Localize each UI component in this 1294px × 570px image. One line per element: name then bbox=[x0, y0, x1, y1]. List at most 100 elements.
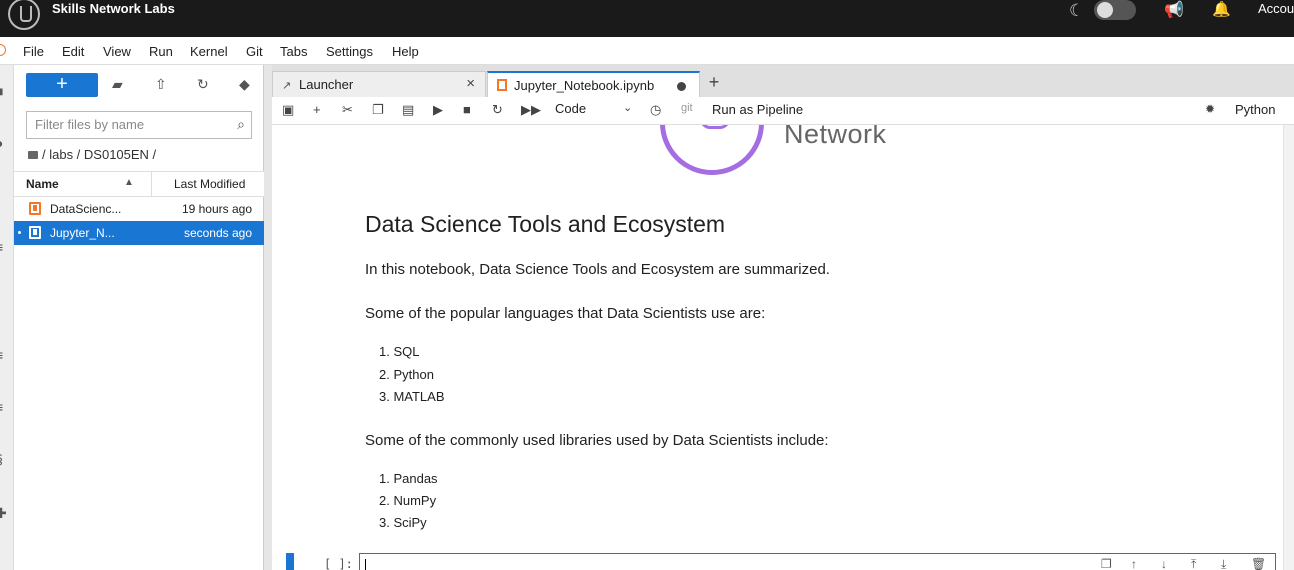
duplicate-cell-icon[interactable]: ❐ bbox=[1101, 557, 1112, 570]
breadcrumb[interactable]: / labs / DS0105EN / bbox=[28, 147, 156, 162]
file-browser: + ▰ ⇧ ↻ ◆ ⌕ / labs / DS0105EN / Name ▲ L… bbox=[14, 65, 264, 570]
upload-icon[interactable]: ⇧ bbox=[155, 76, 167, 93]
sort-ascending-icon[interactable]: ▲ bbox=[124, 177, 134, 188]
fast-forward-icon[interactable]: ▶▶ bbox=[521, 102, 541, 118]
copy-icon[interactable]: ❐ bbox=[372, 102, 384, 118]
cut-icon[interactable]: ✂ bbox=[342, 102, 353, 118]
delete-cell-icon[interactable]: 🗑 bbox=[1251, 557, 1266, 570]
menu-git[interactable]: Git bbox=[246, 44, 263, 59]
close-icon[interactable]: × bbox=[466, 75, 475, 92]
save-icon[interactable]: ▣ bbox=[282, 102, 294, 118]
breadcrumb-path[interactable]: / labs / DS0105EN / bbox=[42, 147, 156, 162]
chevron-down-icon: ⌄ bbox=[623, 102, 633, 114]
folder-icon[interactable] bbox=[28, 151, 38, 159]
activity-bar: ■ ● › ≡ › ≡ ≡ § ✚ bbox=[0, 65, 14, 570]
language-item: 1. SQL bbox=[379, 344, 420, 359]
megaphone-icon[interactable]: 📢 bbox=[1164, 0, 1184, 20]
skills-network-logo-icon bbox=[8, 0, 40, 30]
filter-files-input[interactable] bbox=[35, 117, 225, 132]
menu-view[interactable]: View bbox=[103, 44, 131, 59]
file-modified: seconds ago bbox=[183, 226, 252, 240]
menu-file[interactable]: File bbox=[23, 44, 44, 59]
theme-toggle[interactable] bbox=[1094, 0, 1136, 20]
stop-icon[interactable]: ■ bbox=[463, 102, 471, 117]
menu-settings[interactable]: Settings bbox=[326, 44, 373, 59]
palette-icon[interactable]: ≡ bbox=[0, 399, 3, 415]
menu-help[interactable]: Help bbox=[392, 44, 419, 59]
launcher-icon: ↗ bbox=[282, 80, 292, 92]
menu-edit[interactable]: Edit bbox=[62, 44, 84, 59]
logo-word: Network bbox=[784, 125, 887, 149]
brand-title: Skills Network Labs bbox=[52, 1, 175, 16]
column-divider bbox=[151, 172, 152, 197]
file-list-header: Name ▲ Last Modified bbox=[14, 171, 264, 197]
insert-above-icon[interactable]: ⤒ bbox=[1191, 557, 1196, 570]
account-menu[interactable]: Accou bbox=[1258, 1, 1294, 16]
menu-bar: File Edit View Run Kernel Git Tabs Setti… bbox=[0, 37, 1294, 65]
cell-type-select[interactable]: Code ⌄ bbox=[555, 101, 632, 116]
git-label[interactable]: git bbox=[681, 102, 693, 114]
property-icon[interactable]: ≡ bbox=[0, 347, 3, 363]
restart-icon[interactable]: ↻ bbox=[492, 102, 503, 118]
file-row[interactable]: DataScienc... 19 hours ago bbox=[14, 197, 264, 221]
moon-icon: ☾ bbox=[1069, 1, 1085, 20]
file-row-selected[interactable]: Jupyter_N... seconds ago bbox=[14, 221, 264, 245]
running-icon[interactable]: ■ bbox=[0, 83, 3, 99]
notebook-scrollbar[interactable] bbox=[1283, 125, 1294, 570]
insert-cell-icon[interactable]: + bbox=[313, 102, 321, 117]
text-cursor bbox=[365, 559, 366, 570]
toc-icon[interactable]: ≡ bbox=[0, 239, 3, 255]
new-launcher-button[interactable]: + bbox=[26, 73, 98, 97]
library-item: 1. Pandas bbox=[379, 471, 438, 486]
notebook-file-icon bbox=[29, 226, 41, 239]
skills-network-logo-icon bbox=[660, 125, 764, 175]
bell-icon[interactable]: 🔔 bbox=[1212, 0, 1231, 18]
refresh-icon[interactable]: ↻ bbox=[197, 76, 209, 93]
menu-tabs[interactable]: Tabs bbox=[280, 44, 307, 59]
library-item: 2. NumPy bbox=[379, 493, 437, 508]
top-bar: Skills Network Labs ☾ 📢 🔔 Accou bbox=[0, 0, 1294, 37]
search-icon: ⌕ bbox=[237, 116, 245, 132]
move-down-icon[interactable]: ↓ bbox=[1161, 557, 1167, 570]
puzzle-icon[interactable]: ✚ bbox=[0, 505, 7, 522]
intro-text: In this notebook, Data Science Tools and… bbox=[365, 261, 830, 278]
languages-heading: Some of the popular languages that Data … bbox=[365, 305, 766, 322]
debugger-bug-icon[interactable]: ✹ bbox=[1205, 102, 1215, 116]
tab-label: Launcher bbox=[299, 77, 354, 92]
cell-prompt: [ ]: bbox=[324, 557, 353, 570]
menu-run[interactable]: Run bbox=[149, 44, 173, 59]
cell-type-value: Code bbox=[555, 101, 587, 116]
run-as-pipeline-button[interactable]: Run as Pipeline bbox=[712, 102, 803, 117]
code-cell-editor[interactable] bbox=[359, 553, 1276, 570]
file-name: DataScienc... bbox=[50, 202, 122, 216]
notebook-panel: Network Data Science Tools and Ecosystem… bbox=[272, 125, 1294, 570]
language-item: 3. MATLAB bbox=[379, 389, 445, 404]
git-icon[interactable]: ● bbox=[0, 135, 3, 151]
move-up-icon[interactable]: ↑ bbox=[1131, 557, 1137, 570]
column-name[interactable]: Name bbox=[26, 177, 59, 191]
tab-notebook[interactable]: Jupyter_Notebook.ipynb bbox=[487, 71, 700, 97]
clock-icon[interactable]: ◷ bbox=[650, 102, 661, 118]
running-dot-icon bbox=[18, 231, 21, 234]
tab-launcher[interactable]: ↗ Launcher × bbox=[272, 71, 486, 97]
file-browser-toolbar: + ▰ ⇧ ↻ ◆ bbox=[14, 65, 264, 105]
git-clone-icon[interactable]: ◆ bbox=[239, 76, 250, 93]
language-item: 2. Python bbox=[379, 367, 434, 382]
file-name: Jupyter_N... bbox=[50, 226, 115, 240]
insert-below-icon[interactable]: ⤓ bbox=[1221, 557, 1226, 570]
column-last-modified[interactable]: Last Modified bbox=[174, 177, 245, 191]
library-item: 3. SciPy bbox=[379, 515, 427, 530]
kernel-name[interactable]: Python bbox=[1235, 102, 1275, 117]
new-folder-icon[interactable]: ▰ bbox=[112, 76, 123, 93]
notebook-icon bbox=[497, 79, 507, 91]
pipeline-icon[interactable]: § bbox=[0, 451, 3, 467]
panel-splitter[interactable] bbox=[264, 65, 272, 570]
menu-kernel[interactable]: Kernel bbox=[190, 44, 228, 59]
run-icon[interactable]: ▶ bbox=[433, 102, 443, 118]
unsaved-dot-icon[interactable] bbox=[677, 82, 686, 91]
paste-icon[interactable]: ▤ bbox=[402, 102, 414, 118]
active-cell-indicator bbox=[286, 553, 294, 570]
new-tab-button[interactable]: + bbox=[702, 71, 726, 95]
notebook-file-icon bbox=[29, 202, 41, 215]
notebook-toolbar: ▣ + ✂ ❐ ▤ ▶ ■ ↻ ▶▶ Code ⌄ ◷ git Run as P… bbox=[272, 97, 1294, 125]
